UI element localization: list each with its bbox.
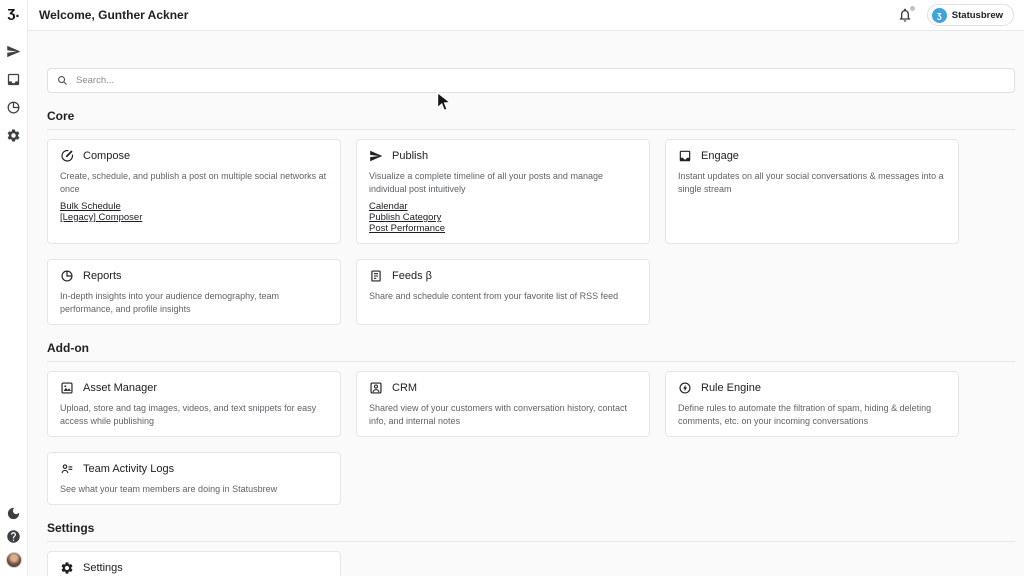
sidebar-item-publish[interactable] [6,44,21,59]
notifications-button[interactable] [897,7,913,23]
settings-cards-grid: Settings Manage all your organization's … [47,551,1015,576]
card-title: Settings [83,562,123,574]
page-title: Welcome, Gunther Ackner [39,8,188,22]
org-name: Statusbrew [952,10,1003,21]
link-publish-category[interactable]: Publish Category [369,213,637,223]
card-links: Calendar Publish Category Post Performan… [369,202,637,234]
section-settings: Settings Settings Manage all your organi… [47,521,1015,576]
card-reports[interactable]: Reports In-depth insights into your audi… [47,259,341,325]
search-bar[interactable] [47,68,1015,93]
sidebar-bottom [6,506,22,568]
content: Core Compose Create, schedule, and publi… [28,31,1024,576]
card-title: Engage [701,150,739,162]
addon-cards-grid: Asset Manager Upload, store and tag imag… [47,371,1015,505]
moon-icon [6,506,21,521]
search-input[interactable] [74,74,1005,87]
link-bulk-schedule[interactable]: Bulk Schedule [60,202,328,212]
main-area: Welcome, Gunther Ackner ʒ Statusbrew Cor… [28,0,1024,576]
org-switcher[interactable]: ʒ Statusbrew [927,4,1014,26]
core-cards-grid: Compose Create, schedule, and publish a … [47,139,1015,325]
feeds-icon [369,269,383,283]
pie-chart-icon [60,269,74,283]
card-team-activity-logs[interactable]: Team Activity Logs See what your team me… [47,452,341,505]
send-icon [6,44,21,59]
card-description: See what your team members are doing in … [60,483,328,496]
card-title: Feeds β [392,270,432,282]
sidebar-item-reports[interactable] [6,100,21,115]
header-actions: ʒ Statusbrew [897,4,1014,26]
compose-icon [60,149,74,163]
card-title: Compose [83,150,130,162]
card-description: Shared view of your customers with conve… [369,402,637,428]
statusbrew-logo[interactable]: ʒ. [7,4,19,22]
top-header: Welcome, Gunther Ackner ʒ Statusbrew [28,0,1024,31]
image-icon [60,381,74,395]
search-icon [57,75,68,86]
sidebar-nav [6,44,21,143]
card-title: Rule Engine [701,382,761,394]
gear-icon [60,561,74,575]
card-description: Define rules to automate the filtration … [678,402,946,428]
user-avatar[interactable] [6,552,22,568]
help-icon [6,529,21,544]
inbox-icon [678,149,692,163]
send-icon [369,149,383,163]
contact-icon [369,381,383,395]
card-title: Reports [83,270,122,282]
link-post-performance[interactable]: Post Performance [369,224,637,234]
team-logs-icon [60,462,74,476]
link-legacy-composer[interactable]: [Legacy] Composer [60,213,328,223]
card-description: Visualize a complete timeline of all you… [369,170,637,196]
section-addon: Add-on Asset Manager Upload, store and t… [47,341,1015,505]
pie-chart-icon [6,100,21,115]
section-heading-settings: Settings [47,521,1015,542]
card-compose[interactable]: Compose Create, schedule, and publish a … [47,139,341,244]
card-engage[interactable]: Engage Instant updates on all your socia… [665,139,959,244]
sidebar-item-engage[interactable] [6,72,21,87]
card-description: In-depth insights into your audience dem… [60,290,328,316]
gear-icon [6,128,21,143]
section-heading-addon: Add-on [47,341,1015,362]
card-publish[interactable]: Publish Visualize a complete timeline of… [356,139,650,244]
card-title: Publish [392,150,428,162]
card-title: CRM [392,382,417,394]
card-settings[interactable]: Settings Manage all your organization's … [47,551,341,576]
card-description: Instant updates on all your social conve… [678,170,946,196]
bolt-icon [678,381,692,395]
sidebar: ʒ. [0,0,28,576]
card-description: Create, schedule, and publish a post on … [60,170,328,196]
card-title: Asset Manager [83,382,157,394]
sidebar-item-settings[interactable] [6,128,21,143]
card-description: Share and schedule content from your fav… [369,290,637,303]
notification-dot [910,6,915,11]
dark-mode-toggle[interactable] [6,506,21,521]
app-window: ʒ. Welcome, G [0,0,1024,576]
card-links: Bulk Schedule [Legacy] Composer [60,202,328,223]
help-button[interactable] [6,529,21,544]
section-core: Core Compose Create, schedule, and publi… [47,109,1015,325]
inbox-icon [6,72,21,87]
card-asset-manager[interactable]: Asset Manager Upload, store and tag imag… [47,371,341,437]
card-crm[interactable]: CRM Shared view of your customers with c… [356,371,650,437]
link-calendar[interactable]: Calendar [369,202,637,212]
statusbrew-mark-icon: ʒ [932,8,947,23]
card-title: Team Activity Logs [83,463,174,475]
card-rule-engine[interactable]: Rule Engine Define rules to automate the… [665,371,959,437]
card-description: Upload, store and tag images, videos, an… [60,402,328,428]
card-feeds[interactable]: Feeds β Share and schedule content from … [356,259,650,325]
section-heading-core: Core [47,109,1015,130]
